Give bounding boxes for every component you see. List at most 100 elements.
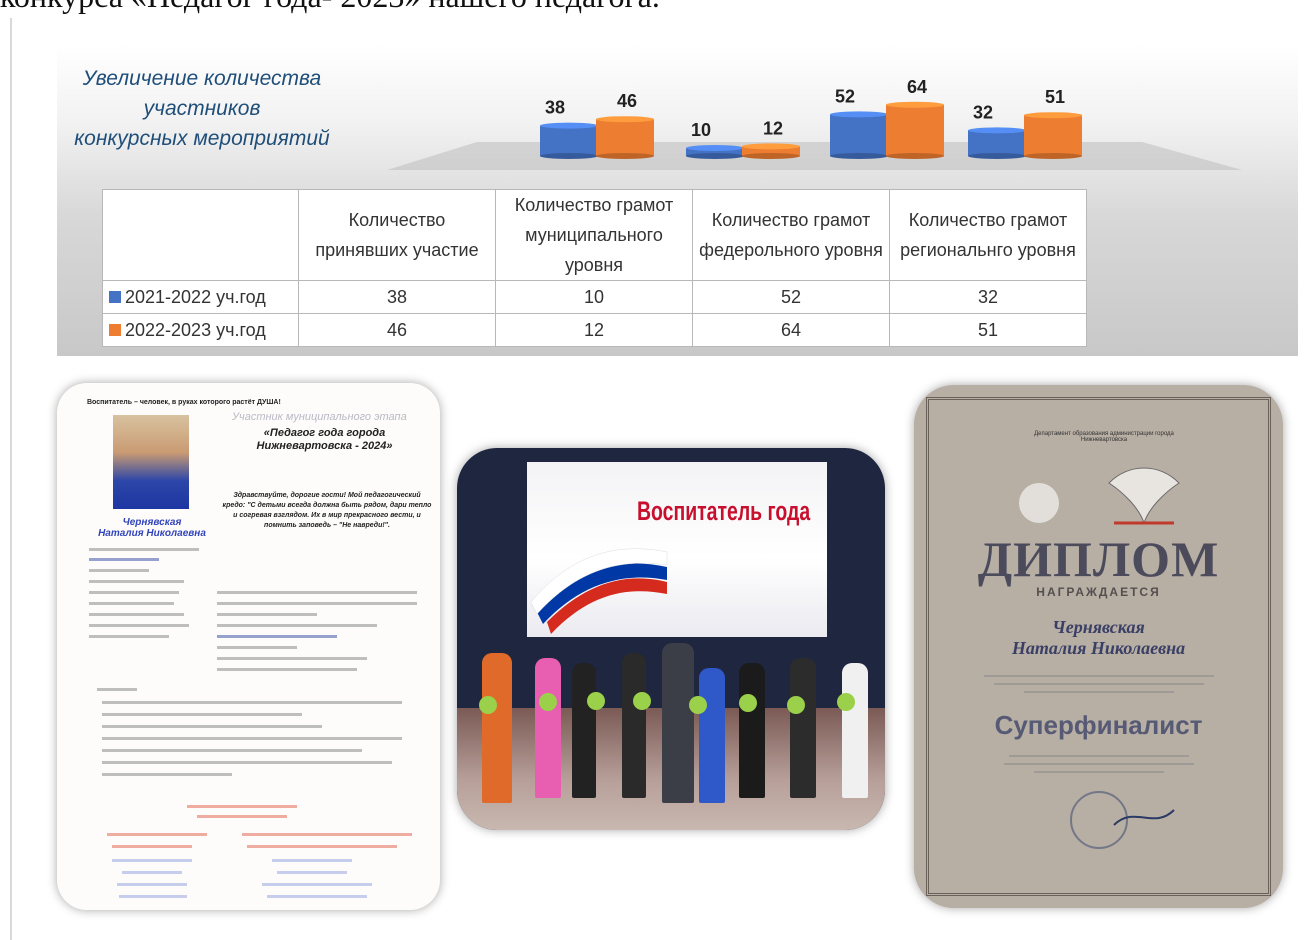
text-line (89, 635, 169, 638)
text-line (217, 635, 337, 638)
legend-swatch-orange (109, 324, 121, 336)
series-name: 2021-2022 уч.год (125, 287, 266, 307)
text-line (262, 883, 372, 886)
bar-top (742, 143, 800, 150)
bar-body (596, 119, 654, 156)
text-line (102, 749, 362, 752)
text-line (89, 602, 174, 605)
text-line (1004, 763, 1194, 765)
profile-header-text: Воспитатель – человек, в руках которого … (87, 399, 281, 406)
bar-top (540, 122, 598, 129)
bar-2-1 (596, 116, 654, 159)
text-line (187, 805, 297, 808)
bar-base (540, 153, 598, 159)
diploma-title: ДИПЛОМ (977, 531, 1220, 587)
profile-subtitle: Участник муниципального этапа (232, 411, 407, 423)
person (622, 653, 646, 798)
stage-photo: Воспитатель года (457, 448, 885, 830)
text-line (267, 895, 367, 898)
bar-base (686, 153, 744, 159)
year-emblem (1019, 483, 1059, 523)
bouquet (633, 692, 651, 710)
person (482, 653, 512, 803)
data-table: Количество принявших участие Количество … (102, 189, 1087, 347)
diploma-issuer: Департамент образования администрации го… (1034, 431, 1174, 443)
profile-page-image: Воспитатель – человек, в руках которого … (57, 383, 440, 910)
text-line (994, 683, 1204, 685)
data-label: 51 (1045, 87, 1065, 107)
bar-body (540, 125, 598, 156)
table-header-cell: Количество грамот региональнго уровня (889, 189, 1087, 281)
text-line (89, 569, 149, 572)
bar-body (886, 104, 944, 156)
bird-emblem (1108, 467, 1180, 525)
flag-ribbon-graphic (530, 548, 668, 634)
text-line (217, 657, 367, 660)
text-line (242, 833, 412, 836)
bar-body (830, 114, 888, 156)
bar-top (686, 145, 744, 151)
text-line (217, 646, 297, 649)
table-header-cell: Количество принявших участие (298, 189, 496, 281)
bar-body (968, 130, 1026, 156)
text-line (89, 624, 189, 627)
legend-entry-series-1: 2021-2022 уч.год (102, 280, 299, 314)
data-label: 10 (691, 120, 711, 140)
text-line (1009, 755, 1189, 757)
text-line (107, 833, 207, 836)
bar-base (968, 153, 1026, 159)
bar-base (596, 153, 654, 159)
text-line (277, 871, 347, 874)
person (699, 668, 725, 803)
table-cell: 32 (889, 280, 1087, 314)
text-line (217, 591, 417, 594)
text-line (1024, 691, 1174, 693)
series-name: 2022-2023 уч.год (125, 320, 266, 340)
screen-caption: Воспитатель года (637, 496, 811, 526)
profile-given-name: Наталия Николаевна (98, 528, 206, 539)
data-label: 12 (763, 118, 783, 138)
bouquet (739, 694, 757, 712)
page-left-rule (10, 18, 12, 940)
person (572, 663, 596, 798)
person (790, 658, 816, 798)
bouquet (539, 693, 557, 711)
text-line (217, 668, 357, 671)
teacher-portrait (113, 415, 189, 509)
text-line (102, 737, 402, 740)
legend-swatch-blue (109, 291, 121, 303)
table-cell: 12 (495, 313, 693, 347)
text-line (112, 859, 192, 862)
bar-2-3 (886, 101, 944, 159)
profile-greeting: Здравствуйте, дорогие гости! Мой педагог… (222, 492, 432, 529)
diploma-result: Суперфиналист (994, 710, 1203, 740)
table-header-cell: Количество грамот муниципального уровня (495, 189, 693, 281)
bar-base (886, 153, 944, 159)
bouquet (837, 693, 855, 711)
stage-screen: Воспитатель года (527, 462, 827, 637)
table-cell: 51 (889, 313, 1087, 347)
text-line (117, 883, 187, 886)
text-line (217, 613, 317, 616)
legend-entry-series-2: 2022-2023 уч.год (102, 313, 299, 347)
diploma-recipient: Чернявская Наталия Николаевна (914, 617, 1283, 659)
table-cell: 64 (692, 313, 890, 347)
person (842, 663, 868, 798)
bouquet (587, 692, 605, 710)
table-cell: 52 (692, 280, 890, 314)
text-line (122, 871, 182, 874)
bar-top (968, 127, 1026, 134)
diploma-surname: Чернявская (1052, 617, 1145, 637)
data-label: 38 (545, 98, 565, 118)
data-label: 64 (907, 77, 927, 97)
bar-1-3 (830, 111, 888, 159)
table-cell: 10 (495, 280, 693, 314)
person (535, 658, 561, 798)
profile-name: Чернявская Наталия Николаевна (77, 517, 227, 539)
text-line (1034, 771, 1164, 773)
table-cell: 38 (298, 280, 496, 314)
data-label: 46 (617, 91, 637, 111)
bar-1-2 (686, 145, 744, 159)
bar-base (830, 153, 888, 159)
text-line (102, 701, 402, 704)
